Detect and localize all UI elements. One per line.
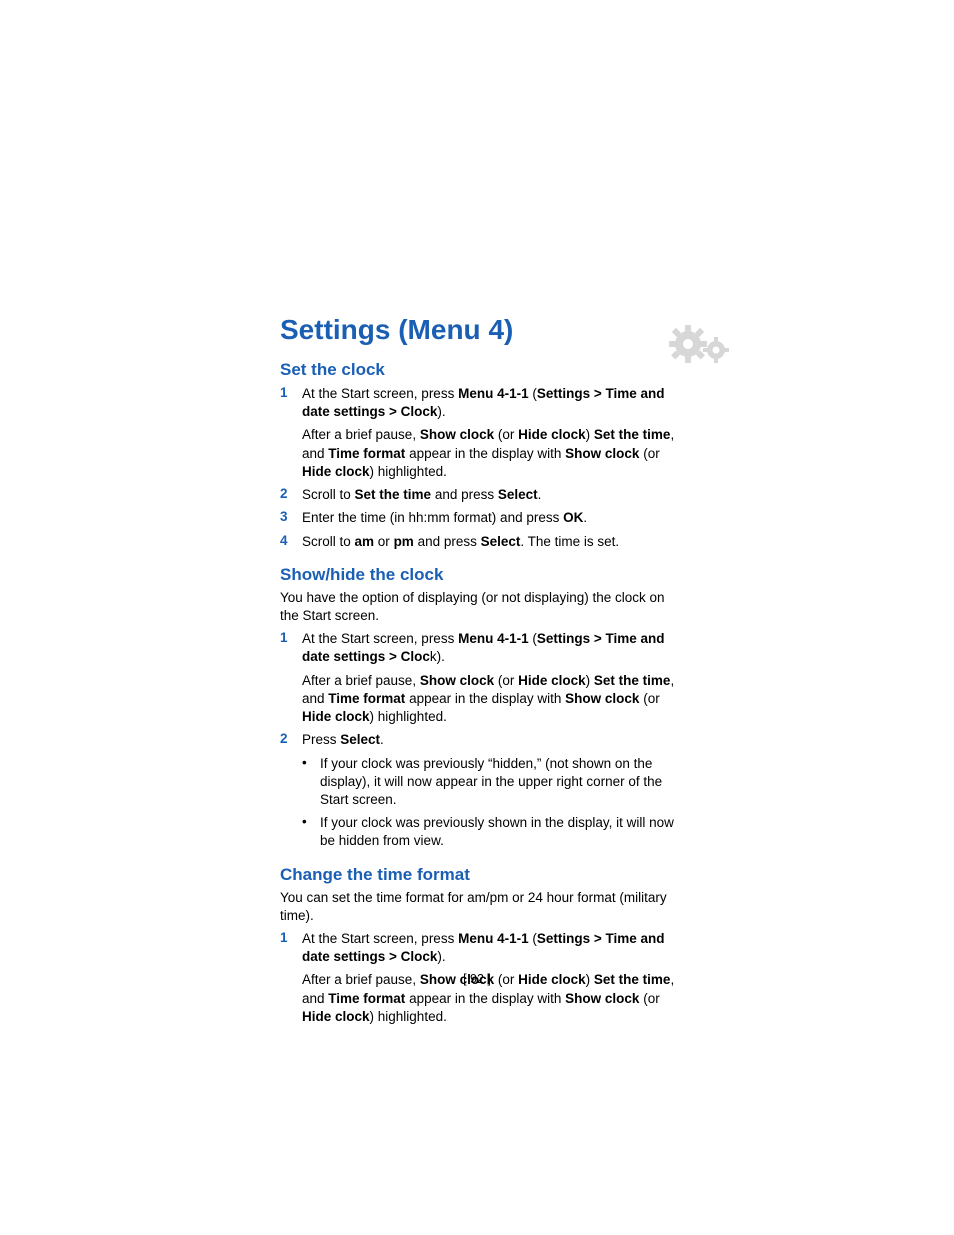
- page-number: [ 92 ]: [0, 972, 954, 986]
- body-text: You have the option of displaying (or no…: [280, 589, 680, 625]
- section-title-time-format: Change the time format: [280, 865, 680, 885]
- step-number: 1: [280, 930, 302, 966]
- bullet-text: If your clock was previously shown in th…: [320, 814, 680, 850]
- step-text: Scroll to Set the time and press Select.: [302, 486, 680, 504]
- list-item: • If your clock was previously “hidden,”…: [302, 755, 680, 810]
- list-item: 1 At the Start screen, press Menu 4-1-1 …: [280, 630, 680, 666]
- list-item: 2 Scroll to Set the time and press Selec…: [280, 486, 680, 504]
- step-text: At the Start screen, press Menu 4-1-1 (S…: [302, 385, 680, 421]
- list-item: 1 At the Start screen, press Menu 4-1-1 …: [280, 385, 680, 421]
- step-text: Enter the time (in hh:mm format) and pre…: [302, 509, 680, 527]
- step-number: 1: [280, 630, 302, 666]
- step-number: 1: [280, 385, 302, 421]
- step-text: At the Start screen, press Menu 4-1-1 (S…: [302, 630, 680, 666]
- section-title-show-hide: Show/hide the clock: [280, 565, 680, 585]
- list-item: 3 Enter the time (in hh:mm format) and p…: [280, 509, 680, 527]
- list-item: 2 Press Select.: [280, 731, 680, 749]
- step-text: Press Select.: [302, 731, 680, 749]
- document-page: Settings (Menu 4) Set the clock 1 At the…: [280, 314, 680, 1030]
- settings-gears-icon: [664, 320, 734, 368]
- step-number: 2: [280, 486, 302, 504]
- step-number: 4: [280, 533, 302, 551]
- step-note: After a brief pause, Show clock (or Hide…: [302, 426, 680, 481]
- bullet-icon: •: [302, 814, 320, 850]
- list-item: 1 At the Start screen, press Menu 4-1-1 …: [280, 930, 680, 966]
- step-number: 2: [280, 731, 302, 749]
- bullet-text: If your clock was previously “hidden,” (…: [320, 755, 680, 810]
- section-title-set-clock: Set the clock: [280, 360, 680, 380]
- step-note: After a brief pause, Show clock (or Hide…: [302, 672, 680, 727]
- list-item: 4 Scroll to am or pm and press Select. T…: [280, 533, 680, 551]
- body-text: You can set the time format for am/pm or…: [280, 889, 680, 925]
- step-text: Scroll to am or pm and press Select. The…: [302, 533, 680, 551]
- step-text: At the Start screen, press Menu 4-1-1 (S…: [302, 930, 680, 966]
- step-number: 3: [280, 509, 302, 527]
- chapter-title: Settings (Menu 4): [280, 314, 680, 346]
- list-item: • If your clock was previously shown in …: [302, 814, 680, 850]
- bullet-icon: •: [302, 755, 320, 810]
